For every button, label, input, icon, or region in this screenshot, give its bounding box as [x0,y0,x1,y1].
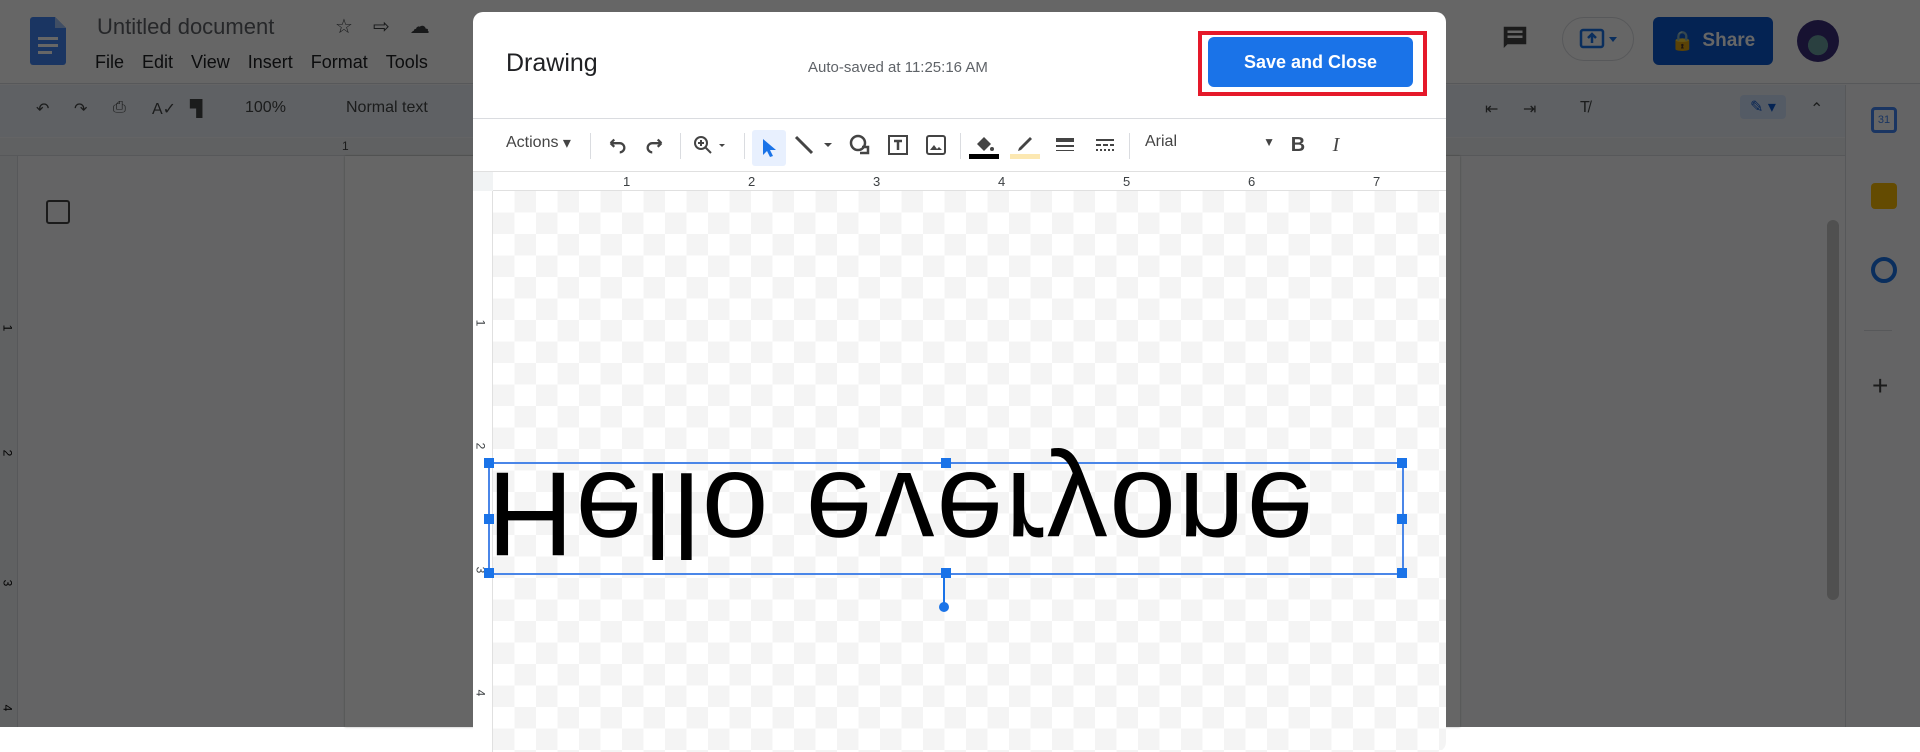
italic-icon[interactable]: I [1323,131,1349,159]
toolbar-divider [1129,133,1130,159]
resize-handle[interactable] [484,458,494,468]
save-and-close-button[interactable]: Save and Close [1208,37,1413,87]
rotation-stem [943,575,945,605]
autosave-status: Auto-saved at 11:25:16 AM [808,59,988,76]
text-box-tool-icon[interactable] [883,131,913,159]
toolbar-divider [590,133,591,159]
fill-color-swatch [969,153,999,159]
line-tool-icon[interactable] [791,131,841,159]
resize-handle[interactable] [1397,458,1407,468]
resize-handle[interactable] [1397,568,1407,578]
select-tool-icon[interactable] [752,130,786,166]
resize-handle[interactable] [1397,514,1407,524]
toolbar-divider [960,133,961,159]
resize-handle[interactable] [484,568,494,578]
undo-icon[interactable] [603,131,631,159]
dialog-title: Drawing [506,49,598,77]
chevron-down-icon: ▼ [1263,135,1275,149]
shape-tool-icon[interactable] [845,131,875,159]
line-dash-icon[interactable] [1090,131,1120,159]
drawing-toolbar: Actions ▾ Arial ▼ B I [473,119,1446,171]
line-color-swatch [1010,153,1040,159]
image-tool-icon[interactable] [921,131,951,159]
redo-icon[interactable] [641,131,669,159]
resize-handle[interactable] [484,514,494,524]
font-select[interactable]: Arial ▼ [1145,133,1275,151]
bold-icon[interactable]: B [1285,131,1311,159]
zoom-icon[interactable] [689,131,735,159]
flipped-text[interactable]: Hello everyone [487,447,1407,581]
resize-handle[interactable] [941,458,951,468]
selected-text-box[interactable]: Hello everyone [484,447,1407,612]
drawing-dialog: Drawing Auto-saved at 11:25:16 AM Save a… [473,12,1446,752]
fill-color-icon[interactable] [967,129,1001,163]
toolbar-divider [680,133,681,159]
drawing-horizontal-ruler: 1 2 3 4 5 6 7 [473,171,1446,192]
drawing-canvas[interactable]: Hello everyone [484,191,1446,752]
rotation-handle[interactable] [939,602,949,612]
line-weight-icon[interactable] [1050,131,1080,159]
line-color-icon[interactable] [1008,129,1042,163]
actions-menu[interactable]: Actions ▾ [506,133,571,153]
toolbar-divider [744,133,745,159]
google-docs-app: Untitled document ☆ ⇨ ☁ File Edit View I… [0,0,1920,752]
